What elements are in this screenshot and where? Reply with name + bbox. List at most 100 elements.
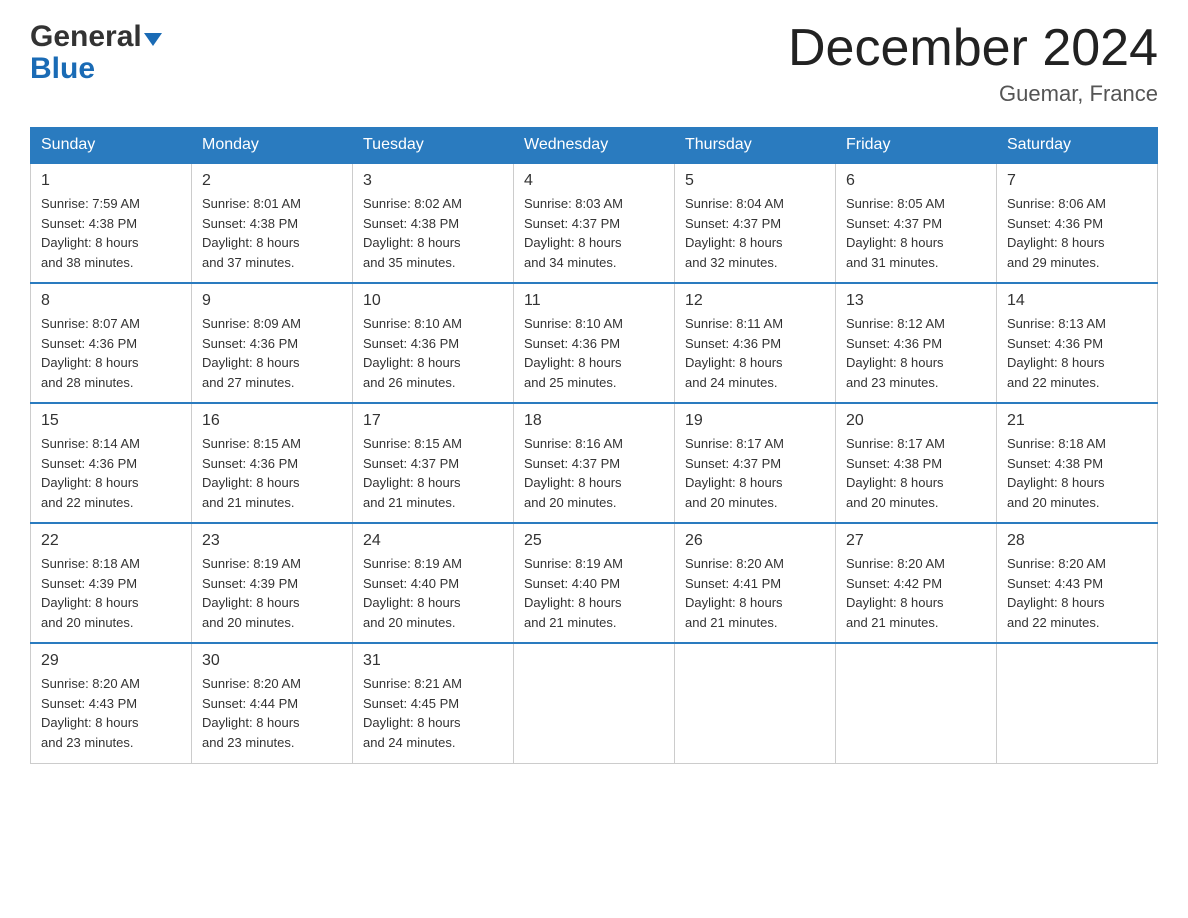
- calendar-cell: 1 Sunrise: 7:59 AMSunset: 4:38 PMDayligh…: [31, 163, 192, 283]
- title-block: December 2024 Guemar, France: [788, 20, 1158, 107]
- day-info: Sunrise: 8:09 AMSunset: 4:36 PMDaylight:…: [202, 316, 301, 390]
- day-number: 14: [1007, 292, 1147, 310]
- calendar-cell: 25 Sunrise: 8:19 AMSunset: 4:40 PMDaylig…: [514, 523, 675, 643]
- calendar-cell: 28 Sunrise: 8:20 AMSunset: 4:43 PMDaylig…: [997, 523, 1158, 643]
- calendar-cell: 14 Sunrise: 8:13 AMSunset: 4:36 PMDaylig…: [997, 283, 1158, 403]
- calendar-cell: 23 Sunrise: 8:19 AMSunset: 4:39 PMDaylig…: [192, 523, 353, 643]
- calendar-cell: [836, 643, 997, 763]
- calendar-cell: 12 Sunrise: 8:11 AMSunset: 4:36 PMDaylig…: [675, 283, 836, 403]
- logo-triangle-icon: [144, 33, 162, 46]
- calendar-cell: 11 Sunrise: 8:10 AMSunset: 4:36 PMDaylig…: [514, 283, 675, 403]
- logo: General Blue: [30, 20, 162, 84]
- month-title: December 2024: [788, 20, 1158, 77]
- day-number: 4: [524, 172, 664, 190]
- day-info: Sunrise: 8:10 AMSunset: 4:36 PMDaylight:…: [524, 316, 623, 390]
- calendar-cell: 18 Sunrise: 8:16 AMSunset: 4:37 PMDaylig…: [514, 403, 675, 523]
- day-info: Sunrise: 8:12 AMSunset: 4:36 PMDaylight:…: [846, 316, 945, 390]
- day-number: 26: [685, 532, 825, 550]
- day-info: Sunrise: 8:17 AMSunset: 4:38 PMDaylight:…: [846, 436, 945, 510]
- calendar-row-3: 15 Sunrise: 8:14 AMSunset: 4:36 PMDaylig…: [31, 403, 1158, 523]
- day-number: 8: [41, 292, 181, 310]
- calendar-cell: 30 Sunrise: 8:20 AMSunset: 4:44 PMDaylig…: [192, 643, 353, 763]
- day-number: 13: [846, 292, 986, 310]
- day-info: Sunrise: 8:01 AMSunset: 4:38 PMDaylight:…: [202, 196, 301, 270]
- calendar-row-4: 22 Sunrise: 8:18 AMSunset: 4:39 PMDaylig…: [31, 523, 1158, 643]
- day-info: Sunrise: 8:11 AMSunset: 4:36 PMDaylight:…: [685, 316, 783, 390]
- day-info: Sunrise: 8:20 AMSunset: 4:41 PMDaylight:…: [685, 556, 784, 630]
- day-info: Sunrise: 8:19 AMSunset: 4:40 PMDaylight:…: [524, 556, 623, 630]
- calendar-cell: 26 Sunrise: 8:20 AMSunset: 4:41 PMDaylig…: [675, 523, 836, 643]
- day-number: 2: [202, 172, 342, 190]
- calendar-cell: 2 Sunrise: 8:01 AMSunset: 4:38 PMDayligh…: [192, 163, 353, 283]
- calendar-cell: 6 Sunrise: 8:05 AMSunset: 4:37 PMDayligh…: [836, 163, 997, 283]
- calendar-cell: 5 Sunrise: 8:04 AMSunset: 4:37 PMDayligh…: [675, 163, 836, 283]
- calendar-cell: 24 Sunrise: 8:19 AMSunset: 4:40 PMDaylig…: [353, 523, 514, 643]
- col-tuesday: Tuesday: [353, 128, 514, 164]
- day-number: 24: [363, 532, 503, 550]
- day-info: Sunrise: 8:20 AMSunset: 4:44 PMDaylight:…: [202, 676, 301, 750]
- day-info: Sunrise: 8:18 AMSunset: 4:38 PMDaylight:…: [1007, 436, 1106, 510]
- calendar-cell: 22 Sunrise: 8:18 AMSunset: 4:39 PMDaylig…: [31, 523, 192, 643]
- calendar-cell: [514, 643, 675, 763]
- calendar-cell: 21 Sunrise: 8:18 AMSunset: 4:38 PMDaylig…: [997, 403, 1158, 523]
- calendar-cell: 13 Sunrise: 8:12 AMSunset: 4:36 PMDaylig…: [836, 283, 997, 403]
- col-saturday: Saturday: [997, 128, 1158, 164]
- day-info: Sunrise: 8:14 AMSunset: 4:36 PMDaylight:…: [41, 436, 140, 510]
- day-number: 21: [1007, 412, 1147, 430]
- day-info: Sunrise: 8:10 AMSunset: 4:36 PMDaylight:…: [363, 316, 462, 390]
- col-friday: Friday: [836, 128, 997, 164]
- location: Guemar, France: [788, 81, 1158, 107]
- calendar-cell: 19 Sunrise: 8:17 AMSunset: 4:37 PMDaylig…: [675, 403, 836, 523]
- calendar-cell: 3 Sunrise: 8:02 AMSunset: 4:38 PMDayligh…: [353, 163, 514, 283]
- day-number: 12: [685, 292, 825, 310]
- logo-blue: Blue: [30, 54, 95, 84]
- calendar-cell: [997, 643, 1158, 763]
- day-info: Sunrise: 8:16 AMSunset: 4:37 PMDaylight:…: [524, 436, 623, 510]
- calendar-cell: 9 Sunrise: 8:09 AMSunset: 4:36 PMDayligh…: [192, 283, 353, 403]
- calendar-row-2: 8 Sunrise: 8:07 AMSunset: 4:36 PMDayligh…: [31, 283, 1158, 403]
- calendar-cell: 8 Sunrise: 8:07 AMSunset: 4:36 PMDayligh…: [31, 283, 192, 403]
- col-monday: Monday: [192, 128, 353, 164]
- day-number: 17: [363, 412, 503, 430]
- calendar-cell: [675, 643, 836, 763]
- day-info: Sunrise: 8:02 AMSunset: 4:38 PMDaylight:…: [363, 196, 462, 270]
- day-number: 30: [202, 652, 342, 670]
- calendar-cell: 31 Sunrise: 8:21 AMSunset: 4:45 PMDaylig…: [353, 643, 514, 763]
- day-info: Sunrise: 8:07 AMSunset: 4:36 PMDaylight:…: [41, 316, 140, 390]
- day-number: 23: [202, 532, 342, 550]
- day-info: Sunrise: 8:13 AMSunset: 4:36 PMDaylight:…: [1007, 316, 1106, 390]
- col-thursday: Thursday: [675, 128, 836, 164]
- day-number: 28: [1007, 532, 1147, 550]
- day-info: Sunrise: 8:19 AMSunset: 4:39 PMDaylight:…: [202, 556, 301, 630]
- day-number: 31: [363, 652, 503, 670]
- day-info: Sunrise: 8:15 AMSunset: 4:37 PMDaylight:…: [363, 436, 462, 510]
- calendar-cell: 10 Sunrise: 8:10 AMSunset: 4:36 PMDaylig…: [353, 283, 514, 403]
- day-info: Sunrise: 8:18 AMSunset: 4:39 PMDaylight:…: [41, 556, 140, 630]
- day-info: Sunrise: 8:19 AMSunset: 4:40 PMDaylight:…: [363, 556, 462, 630]
- calendar-row-1: 1 Sunrise: 7:59 AMSunset: 4:38 PMDayligh…: [31, 163, 1158, 283]
- calendar-cell: 7 Sunrise: 8:06 AMSunset: 4:36 PMDayligh…: [997, 163, 1158, 283]
- day-info: Sunrise: 8:21 AMSunset: 4:45 PMDaylight:…: [363, 676, 462, 750]
- col-sunday: Sunday: [31, 128, 192, 164]
- day-info: Sunrise: 8:15 AMSunset: 4:36 PMDaylight:…: [202, 436, 301, 510]
- day-info: Sunrise: 8:20 AMSunset: 4:43 PMDaylight:…: [1007, 556, 1106, 630]
- day-number: 27: [846, 532, 986, 550]
- day-number: 19: [685, 412, 825, 430]
- day-number: 15: [41, 412, 181, 430]
- day-number: 20: [846, 412, 986, 430]
- day-number: 7: [1007, 172, 1147, 190]
- day-number: 9: [202, 292, 342, 310]
- calendar-cell: 16 Sunrise: 8:15 AMSunset: 4:36 PMDaylig…: [192, 403, 353, 523]
- col-wednesday: Wednesday: [514, 128, 675, 164]
- calendar-cell: 20 Sunrise: 8:17 AMSunset: 4:38 PMDaylig…: [836, 403, 997, 523]
- calendar-cell: 27 Sunrise: 8:20 AMSunset: 4:42 PMDaylig…: [836, 523, 997, 643]
- calendar-cell: 17 Sunrise: 8:15 AMSunset: 4:37 PMDaylig…: [353, 403, 514, 523]
- calendar-cell: 29 Sunrise: 8:20 AMSunset: 4:43 PMDaylig…: [31, 643, 192, 763]
- calendar-table: Sunday Monday Tuesday Wednesday Thursday…: [30, 127, 1158, 764]
- day-info: Sunrise: 8:20 AMSunset: 4:43 PMDaylight:…: [41, 676, 140, 750]
- day-number: 5: [685, 172, 825, 190]
- day-number: 25: [524, 532, 664, 550]
- day-number: 29: [41, 652, 181, 670]
- day-number: 3: [363, 172, 503, 190]
- calendar-cell: 15 Sunrise: 8:14 AMSunset: 4:36 PMDaylig…: [31, 403, 192, 523]
